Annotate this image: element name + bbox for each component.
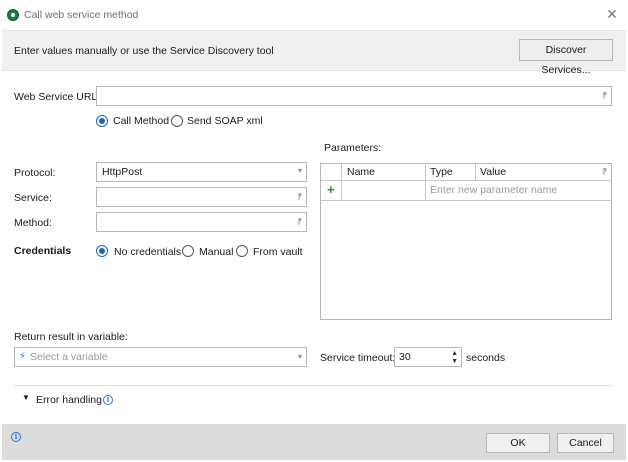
from-vault-radio[interactable] bbox=[236, 245, 248, 257]
send-soap-radio[interactable] bbox=[171, 115, 183, 127]
plus-icon[interactable]: + bbox=[327, 182, 335, 197]
from-vault-label[interactable]: From vault bbox=[253, 246, 303, 258]
service-input[interactable]: ⁋ bbox=[96, 187, 307, 207]
return-result-label: Return result in variable: bbox=[14, 331, 128, 343]
app-icon bbox=[7, 9, 19, 21]
header-instruction: Enter values manually or use the Service… bbox=[14, 45, 274, 57]
method-label: Method: bbox=[14, 217, 52, 229]
pin-icon: ⁋ bbox=[602, 91, 608, 100]
window-title: Call web service method bbox=[24, 9, 139, 21]
new-parameter-row[interactable]: + Enter new parameter name bbox=[321, 181, 611, 201]
discover-services-button[interactable]: Discover Services... bbox=[519, 39, 613, 76]
protocol-value: HttpPost bbox=[102, 166, 143, 178]
parameters-grid-header: Name Type Value ⁋ bbox=[321, 164, 611, 181]
send-soap-label[interactable]: Send SOAP xml bbox=[187, 115, 263, 127]
web-service-url-label: Web Service URL: bbox=[14, 91, 101, 103]
chevron-down-icon: ▾ bbox=[297, 166, 302, 175]
title-bar: Call web service method ✕ bbox=[0, 0, 628, 30]
chevron-down-icon: ▾ bbox=[297, 352, 302, 361]
web-service-url-input[interactable]: ⁋ bbox=[96, 86, 612, 106]
method-input[interactable]: ⁋ bbox=[96, 212, 307, 232]
variable-placeholder: Select a variable bbox=[30, 351, 108, 363]
chevron-up-icon[interactable]: ▲ bbox=[451, 350, 458, 357]
no-credentials-radio[interactable] bbox=[96, 245, 108, 257]
pin-icon: ⁋ bbox=[602, 167, 608, 176]
manual-label[interactable]: Manual bbox=[199, 246, 233, 258]
chevron-down-icon[interactable]: ▼ bbox=[451, 358, 458, 365]
service-label: Service: bbox=[14, 192, 52, 204]
service-timeout-value: 30 bbox=[399, 351, 411, 363]
info-icon[interactable]: i bbox=[103, 395, 113, 405]
column-name-header[interactable]: Name bbox=[347, 166, 375, 178]
seconds-label: seconds bbox=[466, 352, 506, 364]
call-method-radio[interactable] bbox=[96, 115, 108, 127]
info-icon[interactable]: i bbox=[11, 432, 21, 442]
chevron-down-icon[interactable]: ▼ bbox=[22, 393, 30, 402]
column-value-header[interactable]: Value bbox=[480, 166, 506, 178]
call-method-label[interactable]: Call Method bbox=[113, 115, 169, 127]
protocol-label: Protocol: bbox=[14, 167, 56, 179]
variable-select[interactable]: ⚡ Select a variable ▾ bbox=[14, 347, 307, 367]
pin-icon: ⁋ bbox=[297, 217, 303, 226]
column-type-header[interactable]: Type bbox=[430, 166, 453, 178]
parameters-label: Parameters: bbox=[324, 142, 382, 154]
no-credentials-label[interactable]: No credentials bbox=[114, 246, 181, 258]
manual-radio[interactable] bbox=[182, 245, 194, 257]
credentials-label: Credentials bbox=[14, 245, 72, 257]
service-timeout-stepper[interactable]: 30 ▲ ▼ bbox=[394, 347, 462, 367]
section-divider bbox=[14, 385, 612, 386]
error-handling-toggle[interactable]: Error handling bbox=[36, 394, 102, 406]
cancel-button[interactable]: Cancel bbox=[557, 433, 614, 453]
pin-icon: ⁋ bbox=[297, 192, 303, 201]
close-icon[interactable]: ✕ bbox=[604, 6, 620, 22]
ok-button[interactable]: OK bbox=[486, 433, 550, 453]
lightning-icon: ⚡ bbox=[19, 351, 27, 362]
parameters-grid[interactable]: Name Type Value ⁋ + Enter new parameter … bbox=[320, 163, 612, 320]
service-timeout-label: Service timeout: bbox=[320, 352, 396, 364]
protocol-select[interactable]: HttpPost ▾ bbox=[96, 162, 307, 182]
new-parameter-placeholder: Enter new parameter name bbox=[430, 184, 558, 196]
